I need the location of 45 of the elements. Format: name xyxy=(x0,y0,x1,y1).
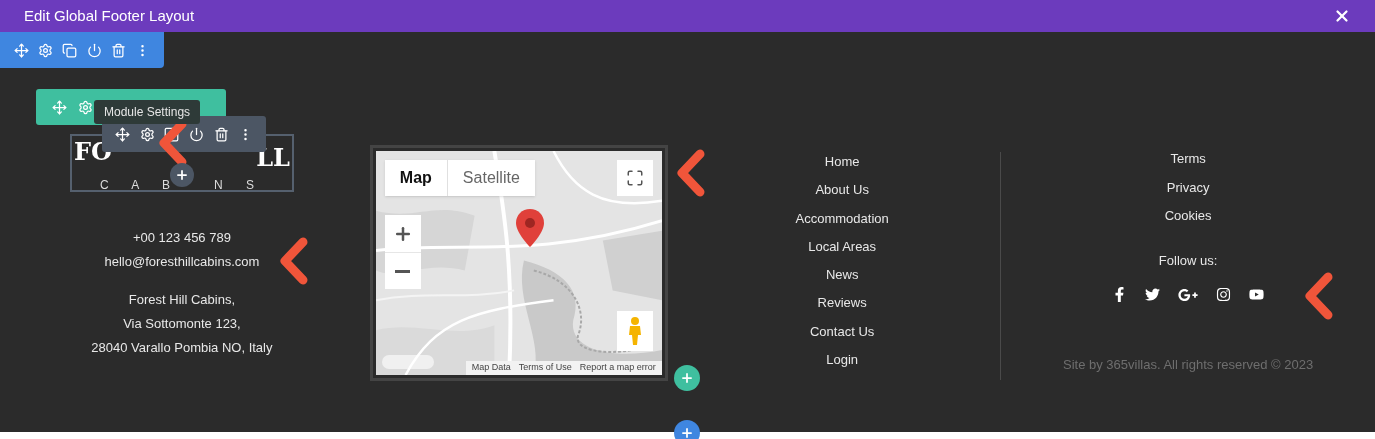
follow-heading: Follow us: xyxy=(1158,251,1218,270)
legal-link[interactable]: Cookies xyxy=(1164,202,1212,231)
nav-link[interactable]: Accommodation xyxy=(795,204,889,233)
twitter-icon[interactable] xyxy=(1145,287,1161,302)
nav-link[interactable]: Local Areas xyxy=(808,232,877,262)
fullscreen-button[interactable] xyxy=(616,160,653,196)
plus-icon xyxy=(680,426,694,439)
legal-link[interactable]: Privacy xyxy=(1166,173,1210,202)
map-type-tab[interactable]: Map xyxy=(384,160,447,196)
nav-link[interactable]: News xyxy=(825,261,859,290)
instagram-icon[interactable] xyxy=(1216,287,1232,302)
phone-number: +00 123 456 789 xyxy=(132,229,231,247)
nav-link[interactable]: Home xyxy=(824,148,860,177)
map-type-tab[interactable]: Satellite xyxy=(446,160,535,196)
logo-subtitle: C A B xyxy=(99,178,180,192)
address-line: Via Sottomonte 123, xyxy=(123,315,241,333)
address-line: 28040 Varallo Pombia NO, Italy xyxy=(91,339,273,357)
nav-link[interactable]: Login xyxy=(826,346,859,375)
map-attribution-link[interactable]: Report a map error xyxy=(579,361,656,375)
youtube-icon[interactable] xyxy=(1249,287,1265,302)
chevron-pointer-icon xyxy=(675,148,706,198)
plus-icon xyxy=(175,168,189,182)
map-attribution-link[interactable]: Terms of Use xyxy=(518,361,572,375)
legal-link[interactable]: Terms xyxy=(1170,145,1206,174)
nav-link[interactable]: Reviews xyxy=(817,289,867,318)
fullscreen-icon xyxy=(625,169,644,187)
window-title: Edit Global Footer Layout xyxy=(24,5,195,26)
copyright-text: Site by 365villas. All rights reserved © 2023 xyxy=(1063,355,1314,374)
email-link[interactable]: hello@foresthillcabins.com xyxy=(104,250,260,274)
logo-subtitle: N S xyxy=(213,178,264,192)
map-attribution-link[interactable]: Map Data xyxy=(471,361,511,375)
chevron-pointer-icon xyxy=(279,236,310,286)
tooltip: Module Settings xyxy=(94,100,201,124)
add-row-button[interactable] xyxy=(674,365,700,391)
chevron-pointer-icon xyxy=(1304,270,1335,321)
plus-icon xyxy=(680,371,694,385)
nav-link[interactable]: Contact Us xyxy=(810,317,875,347)
address-line: Forest Hill Cabins, xyxy=(128,291,236,309)
close-button[interactable] xyxy=(1333,7,1351,25)
add-section-button[interactable] xyxy=(674,420,700,439)
minus-icon xyxy=(395,269,411,273)
nav-link[interactable]: About Us xyxy=(815,176,869,205)
add-module-button[interactable] xyxy=(170,163,194,187)
pegman-icon xyxy=(626,317,643,345)
map-pin-icon xyxy=(515,209,544,247)
